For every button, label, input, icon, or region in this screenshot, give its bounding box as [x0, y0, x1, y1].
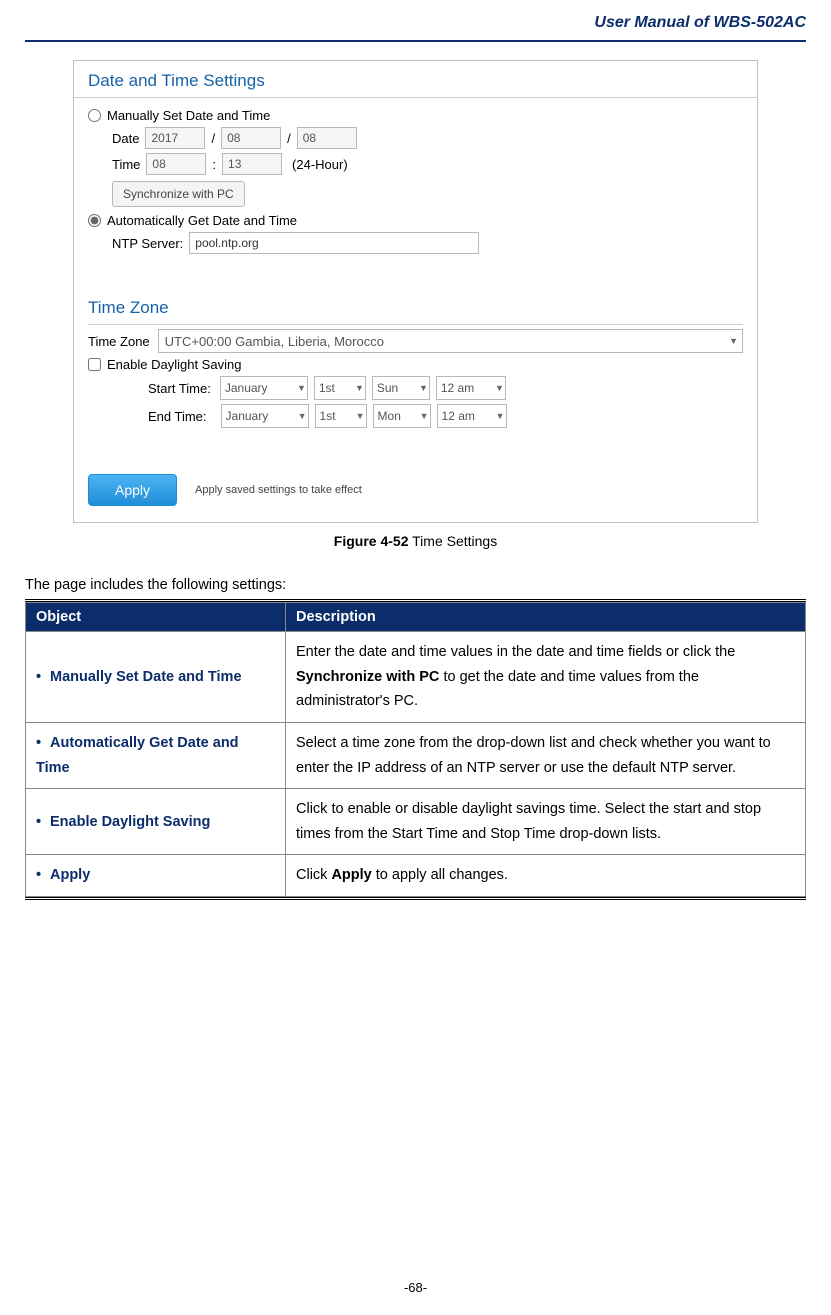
zone-title: Time Zone — [74, 288, 757, 324]
table-row: •Enable Daylight Saving Click to enable … — [26, 789, 806, 855]
auto-radio[interactable] — [88, 214, 101, 227]
end-ord-select[interactable]: 1st — [315, 404, 367, 428]
end-day-select[interactable]: Mon — [373, 404, 431, 428]
table-row: •Automatically Get Date and Time Select … — [26, 722, 806, 788]
start-hr-select[interactable]: 12 am — [436, 376, 506, 400]
table-row: •Manually Set Date and Time Enter the da… — [26, 632, 806, 723]
date-year-input[interactable] — [145, 127, 205, 149]
end-hr-select[interactable]: 12 am — [437, 404, 507, 428]
date-month-input[interactable] — [221, 127, 281, 149]
time-minute-input[interactable] — [222, 153, 282, 175]
desc-auto: Select a time zone from the drop-down li… — [286, 722, 806, 788]
col-object: Object — [26, 603, 286, 632]
ntp-label: NTP Server: — [112, 236, 183, 251]
desc-manual: Enter the date and time values in the da… — [286, 632, 806, 723]
page-number: -68- — [25, 1280, 806, 1309]
sync-pc-button[interactable]: Synchronize with PC — [112, 181, 245, 207]
dst-checkbox[interactable] — [88, 358, 101, 371]
auto-label: Automatically Get Date and Time — [107, 213, 297, 228]
manual-radio[interactable] — [88, 109, 101, 122]
document-header: User Manual of WBS-502AC — [25, 0, 806, 42]
obj-apply: Apply — [50, 867, 90, 883]
obj-manual: Manually Set Date and Time — [50, 669, 242, 685]
desc-apply: Click Apply to apply all changes. — [286, 855, 806, 897]
apply-hint: Apply saved settings to take effect — [195, 484, 362, 496]
ntp-input[interactable] — [189, 232, 479, 254]
figure-number: Figure 4-52 — [334, 533, 409, 549]
start-ord-select[interactable]: 1st — [314, 376, 366, 400]
time-suffix: (24-Hour) — [292, 157, 348, 172]
end-time-label: End Time: — [148, 409, 207, 424]
obj-auto: Automatically Get Date and Time — [36, 735, 239, 776]
date-day-input[interactable] — [297, 127, 357, 149]
tz-label: Time Zone — [88, 334, 150, 349]
desc-dst: Click to enable or disable daylight savi… — [286, 789, 806, 855]
figure-title: Time Settings — [409, 533, 498, 549]
panel-title: Date and Time Settings — [74, 61, 757, 98]
time-hour-input[interactable] — [146, 153, 206, 175]
tz-select[interactable]: UTC+00:00 Gambia, Liberia, Morocco — [158, 329, 743, 353]
dst-label: Enable Daylight Saving — [107, 357, 241, 372]
time-label: Time — [112, 157, 140, 172]
start-time-label: Start Time: — [148, 381, 211, 396]
apply-button[interactable]: Apply — [88, 474, 177, 506]
manual-label: Manually Set Date and Time — [107, 108, 270, 123]
intro-text: The page includes the following settings… — [25, 577, 806, 593]
date-label: Date — [112, 131, 139, 146]
figure-caption: Figure 4-52 Time Settings — [25, 533, 806, 549]
settings-table: Object Description •Manually Set Date an… — [25, 602, 806, 897]
start-day-select[interactable]: Sun — [372, 376, 430, 400]
end-month-select[interactable]: January — [221, 404, 309, 428]
col-description: Description — [286, 603, 806, 632]
start-month-select[interactable]: January — [220, 376, 308, 400]
settings-screenshot: Date and Time Settings Manually Set Date… — [73, 60, 758, 523]
table-row: •Apply Click Apply to apply all changes. — [26, 855, 806, 897]
obj-dst: Enable Daylight Saving — [50, 814, 210, 830]
